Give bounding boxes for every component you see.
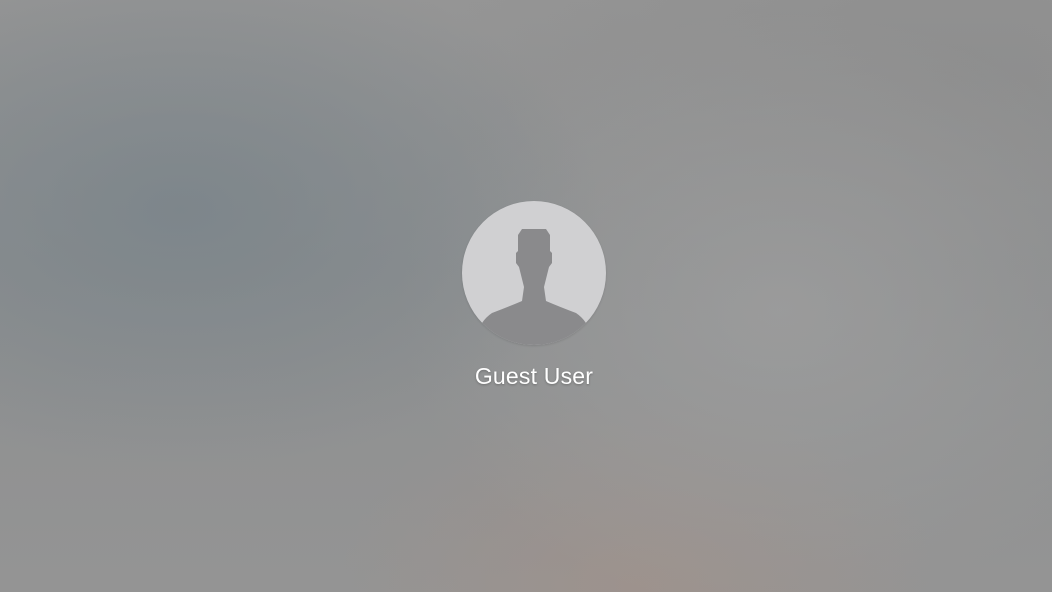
user-silhouette-icon — [482, 229, 586, 345]
guest-user-account[interactable]: Guest User — [434, 201, 634, 390]
avatar[interactable] — [462, 201, 606, 345]
user-name-label[interactable]: Guest User — [475, 363, 593, 390]
